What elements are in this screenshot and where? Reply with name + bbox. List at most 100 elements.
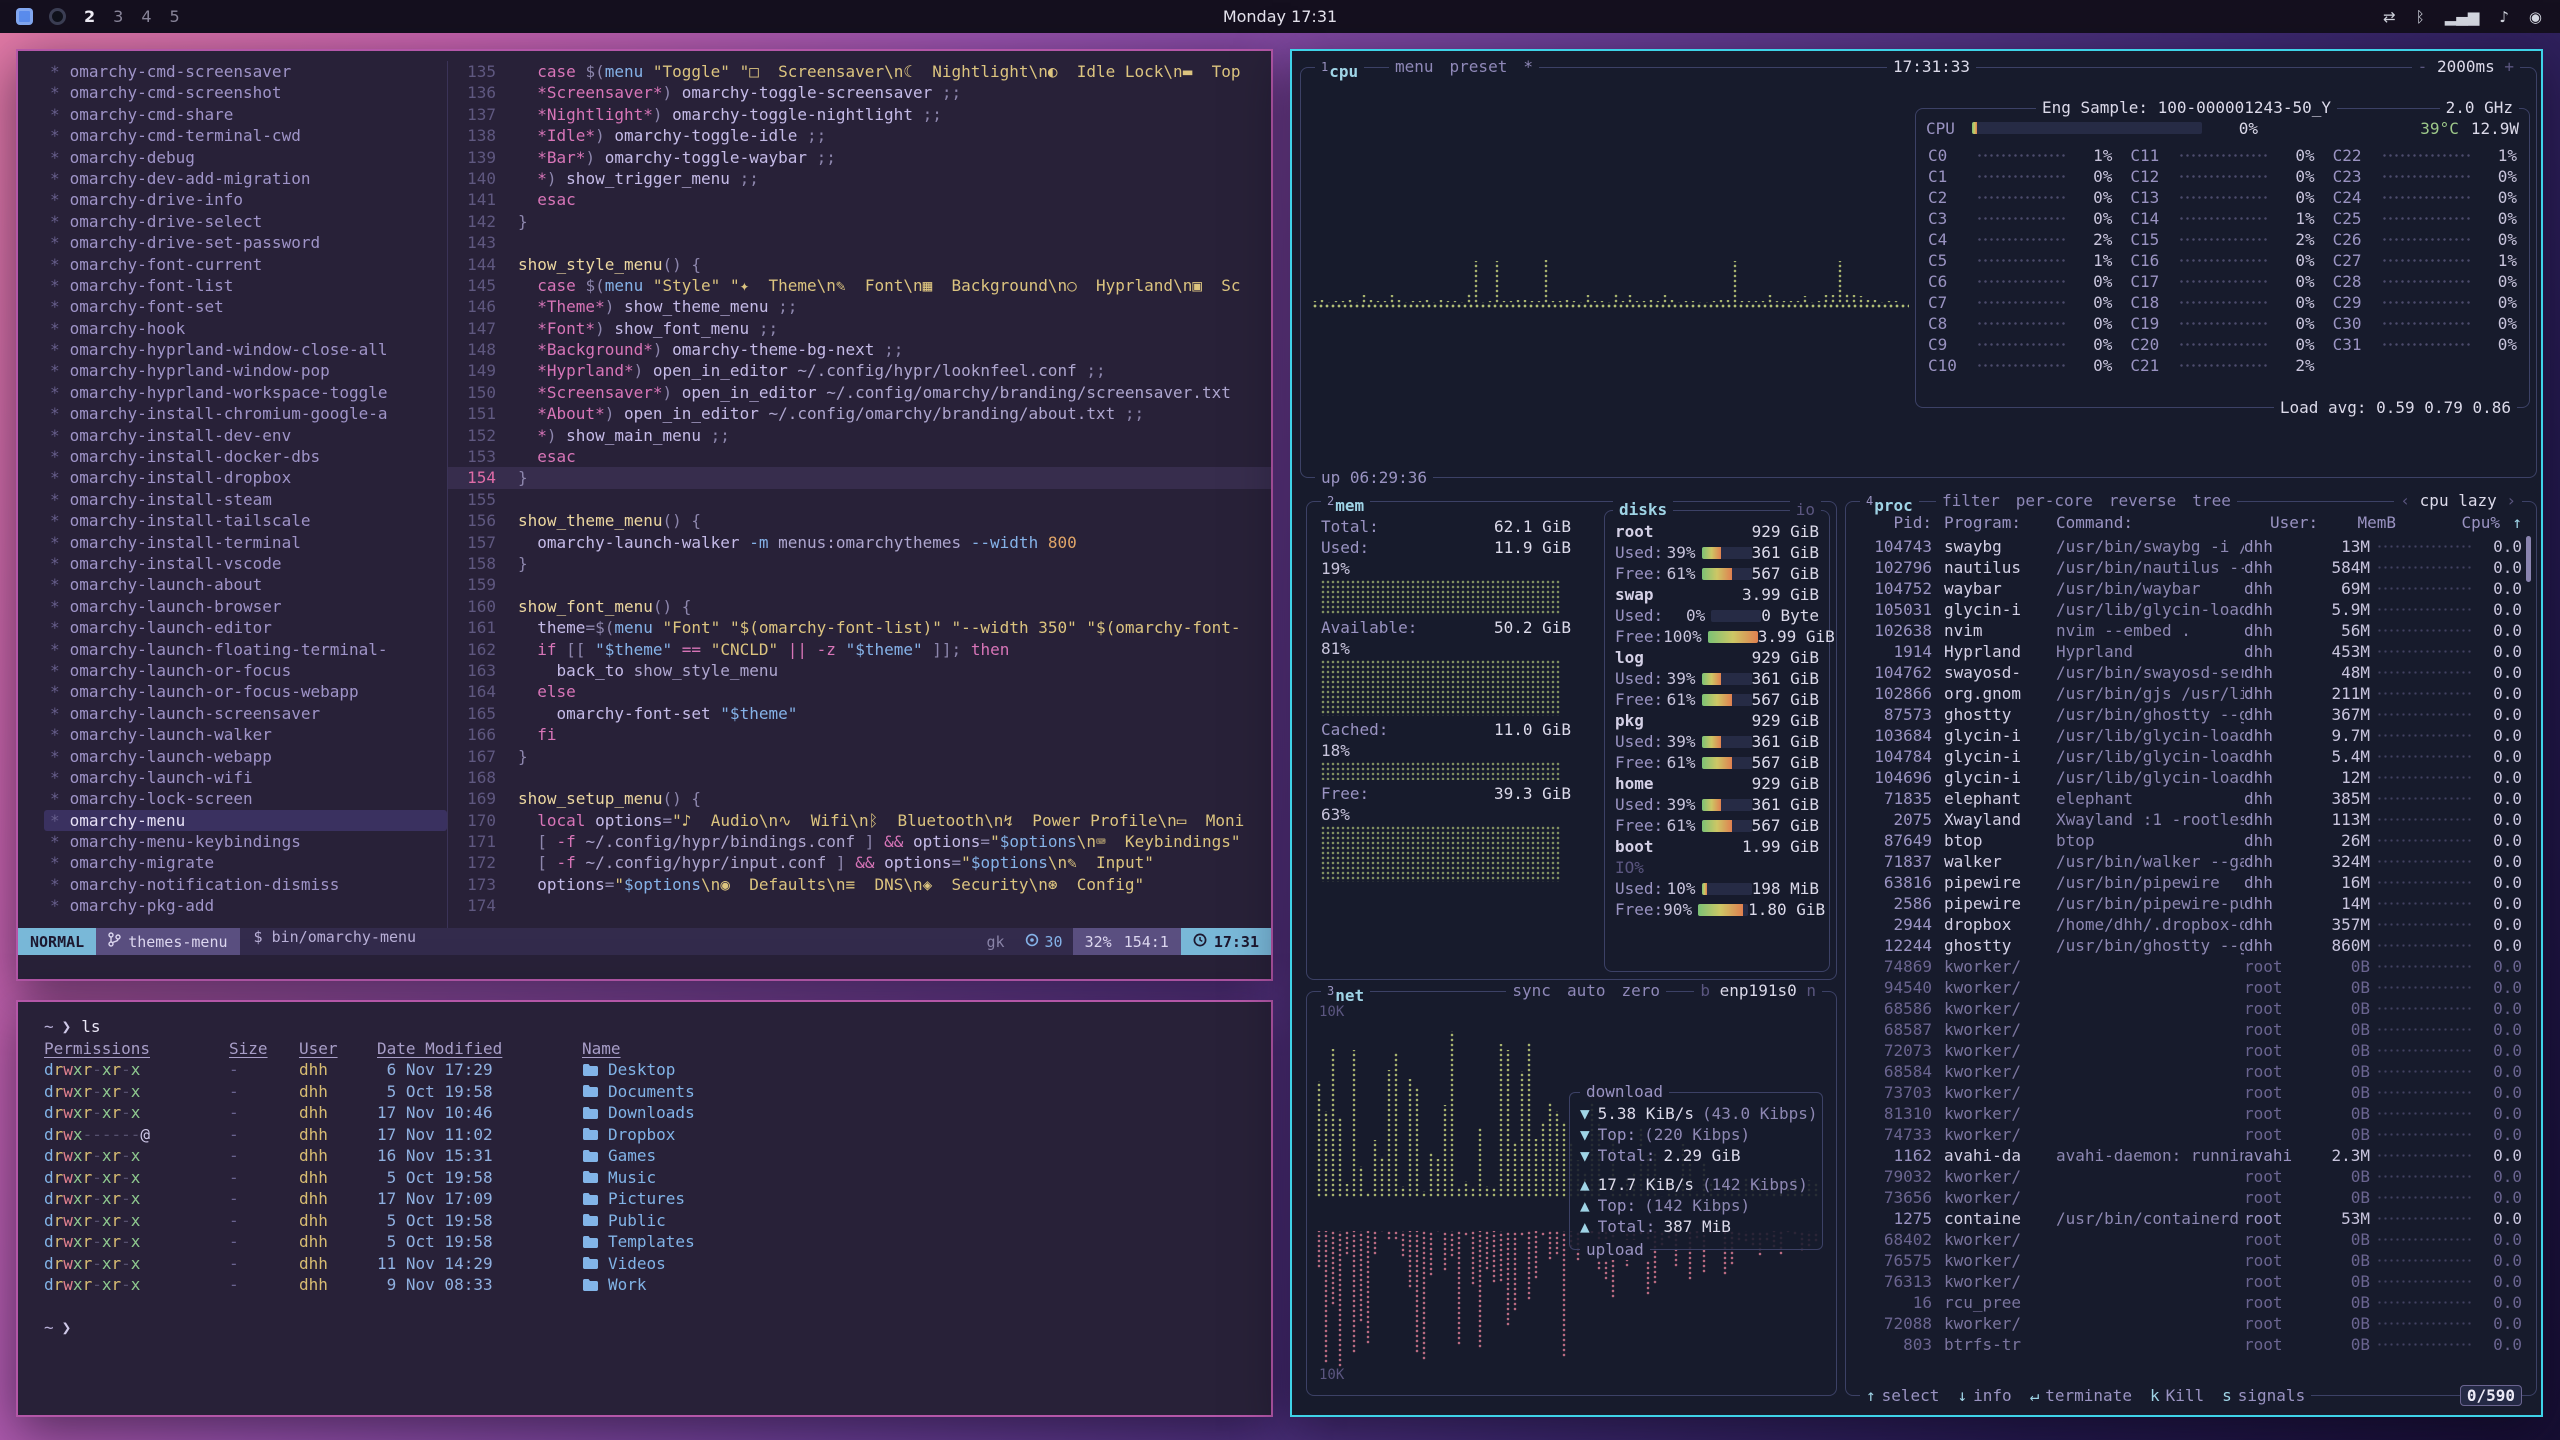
net-interface[interactable]: b enp191s0 n xyxy=(1694,981,1822,1001)
proc-row[interactable]: 81310kworker/root0B0.0 xyxy=(1856,1103,2522,1124)
proc-row[interactable]: 71837walker/usr/bin/walker --gappldhh324… xyxy=(1856,851,2522,872)
proc-row[interactable]: 104784glycin-i/usr/lib/glycin-loadersdhh… xyxy=(1856,746,2522,767)
file-item[interactable]: *omarchy-launch-screensaver xyxy=(44,703,447,724)
proc-row[interactable]: 104696glycin-i/usr/lib/glycin-loadersdhh… xyxy=(1856,767,2522,788)
proc-row[interactable]: 87573ghostty/usr/bin/ghostty --gtk-dhh36… xyxy=(1856,704,2522,725)
file-item[interactable]: *omarchy-migrate xyxy=(44,852,447,873)
proc-row[interactable]: 104762swayosd-/usr/bin/swayosd-serverdhh… xyxy=(1856,662,2522,683)
file-item[interactable]: *omarchy-launch-editor xyxy=(44,617,447,638)
file-item[interactable]: *omarchy-cmd-screensaver xyxy=(44,61,447,82)
proc-row[interactable]: 94540kworker/root0B0.0 xyxy=(1856,977,2522,998)
proc-row[interactable]: 72088kworker/root0B0.0 xyxy=(1856,1313,2522,1334)
file-item[interactable]: *omarchy-font-set xyxy=(44,296,447,317)
btop-window[interactable]: 1cpu menupreset* 17:31:33 - 2000ms + Eng… xyxy=(1290,49,2543,1417)
proc-row[interactable]: 87649btopbtopdhh26M0.0 xyxy=(1856,830,2522,851)
proc-footer-terminate[interactable]: ↵terminate xyxy=(2030,1386,2132,1406)
file-item[interactable]: *omarchy-drive-select xyxy=(44,211,447,232)
proc-row[interactable]: 68586kworker/root0B0.0 xyxy=(1856,998,2522,1019)
file-item[interactable]: *omarchy-install-docker-dbs xyxy=(44,446,447,467)
proc-sort-mode[interactable]: ‹ cpu lazy › xyxy=(2394,491,2522,511)
proc-row[interactable]: 74869kworker/root0B0.0 xyxy=(1856,956,2522,977)
mem-box-title[interactable]: 2mem xyxy=(1321,491,1370,516)
file-item[interactable]: *omarchy-font-current xyxy=(44,254,447,275)
proc-row[interactable]: 102638nvimnvim --embed .dhh56M0.0 xyxy=(1856,620,2522,641)
proc-row[interactable]: 76313kworker/root0B0.0 xyxy=(1856,1271,2522,1292)
proc-row[interactable]: 102866org.gnom/usr/bin/gjs /usr/lib/odhh… xyxy=(1856,683,2522,704)
proc-row[interactable]: 76575kworker/root0B0.0 xyxy=(1856,1250,2522,1271)
file-item[interactable]: *omarchy-dev-add-migration xyxy=(44,168,447,189)
proc-row[interactable]: 73703kworker/root0B0.0 xyxy=(1856,1082,2522,1103)
proc-row[interactable]: 102796nautilus/usr/bin/nautilus --newdhh… xyxy=(1856,557,2522,578)
prompt-line-2[interactable]: ~❯ xyxy=(44,1317,1271,1339)
file-item[interactable]: *omarchy-cmd-terminal-cwd xyxy=(44,125,447,146)
proc-row[interactable]: 2944dropbox/home/dhh/.dropbox-distdhh357… xyxy=(1856,914,2522,935)
proc-row[interactable]: 73656kworker/root0B0.0 xyxy=(1856,1187,2522,1208)
proc-scrollbar[interactable] xyxy=(2526,536,2531,582)
proc-row[interactable]: 12244ghostty/usr/bin/ghostty --gtk-dhh86… xyxy=(1856,935,2522,956)
file-item[interactable]: *omarchy-hyprland-workspace-toggle xyxy=(44,382,447,403)
proc-row[interactable]: 2075XwaylandXwayland :1 -rootless -dhh11… xyxy=(1856,809,2522,830)
file-item[interactable]: *omarchy-lock-screen xyxy=(44,788,447,809)
file-item[interactable]: *omarchy-install-dropbox xyxy=(44,467,447,488)
proc-footer-info[interactable]: ↓info xyxy=(1957,1386,2011,1406)
file-item[interactable]: *omarchy-pkg-add xyxy=(44,895,447,916)
file-item[interactable]: *omarchy-launch-or-focus-webapp xyxy=(44,681,447,702)
file-item[interactable]: *omarchy-hook xyxy=(44,318,447,339)
proc-footer-Kill[interactable]: kKill xyxy=(2150,1386,2204,1406)
file-item[interactable]: *omarchy-install-tailscale xyxy=(44,510,447,531)
file-item[interactable]: *omarchy-debug xyxy=(44,147,447,168)
file-item[interactable]: *omarchy-hyprland-window-pop xyxy=(44,360,447,381)
net-options[interactable]: syncautozero xyxy=(1506,981,1666,1001)
file-item[interactable]: *omarchy-launch-walker xyxy=(44,724,447,745)
file-item[interactable]: *omarchy-launch-browser xyxy=(44,596,447,617)
proc-row[interactable]: 68587kworker/root0B0.0 xyxy=(1856,1019,2522,1040)
proc-row[interactable]: 103684glycin-i/usr/lib/glycin-loadersdhh… xyxy=(1856,725,2522,746)
file-item[interactable]: *omarchy-launch-wifi xyxy=(44,767,447,788)
file-item[interactable]: *omarchy-launch-about xyxy=(44,574,447,595)
file-item[interactable]: *omarchy-install-dev-env xyxy=(44,425,447,446)
file-item[interactable]: *omarchy-menu xyxy=(44,810,447,831)
file-item[interactable]: *omarchy-drive-set-password xyxy=(44,232,447,253)
proc-row[interactable]: 105031glycin-i/usr/lib/glycin-loadersdhh… xyxy=(1856,599,2522,620)
proc-row[interactable]: 68402kworker/root0B0.0 xyxy=(1856,1229,2522,1250)
proc-row[interactable]: 79032kworker/root0B0.0 xyxy=(1856,1166,2522,1187)
editor-window[interactable]: *omarchy-cmd-screensaver*omarchy-cmd-scr… xyxy=(16,49,1273,981)
files-terminal-window[interactable]: ~❯ls Permissions Size User Date Modified… xyxy=(16,1000,1273,1417)
file-item[interactable]: *omarchy-install-terminal xyxy=(44,532,447,553)
proc-row[interactable]: 71835elephantelephantdhh385M0.0 xyxy=(1856,788,2522,809)
update-interval[interactable]: - 2000ms + xyxy=(2412,57,2520,77)
file-item[interactable]: *omarchy-cmd-share xyxy=(44,104,447,125)
file-item[interactable]: *omarchy-launch-floating-terminal- xyxy=(44,639,447,660)
proc-header[interactable]: Pid: Program: Command: User: MemB Cpu% ↑ xyxy=(1856,510,2522,534)
cpu-box-title[interactable]: 1cpu xyxy=(1315,57,1364,82)
proc-options[interactable]: filterper-corereversetree xyxy=(1936,491,2237,511)
scroll-up-icon[interactable]: ↑ xyxy=(2500,513,2522,532)
proc-box-title[interactable]: 4proc xyxy=(1860,491,1919,516)
file-item[interactable]: *omarchy-cmd-screenshot xyxy=(44,82,447,103)
proc-footer-signals[interactable]: ssignals xyxy=(2222,1386,2305,1406)
proc-row[interactable]: 2586pipewire/usr/bin/pipewire-pulsedhh14… xyxy=(1856,893,2522,914)
proc-row[interactable]: 1275containe/usr/bin/containerdroot53M0.… xyxy=(1856,1208,2522,1229)
proc-row[interactable]: 68584kworker/root0B0.0 xyxy=(1856,1061,2522,1082)
proc-row[interactable]: 16rcu_preeroot0B0.0 xyxy=(1856,1292,2522,1313)
proc-row[interactable]: 1914HyprlandHyprlanddhh453M0.0 xyxy=(1856,641,2522,662)
proc-row[interactable]: 104752waybar/usr/bin/waybardhh69M0.0 xyxy=(1856,578,2522,599)
file-item[interactable]: *omarchy-menu-keybindings xyxy=(44,831,447,852)
file-item[interactable]: *omarchy-hyprland-window-close-all xyxy=(44,339,447,360)
file-item[interactable]: *omarchy-install-steam xyxy=(44,489,447,510)
io-toggle[interactable]: io xyxy=(1790,500,1821,520)
file-item[interactable]: *omarchy-install-chromium-google-a xyxy=(44,403,447,424)
proc-row[interactable]: 72073kworker/root0B0.0 xyxy=(1856,1040,2522,1061)
proc-row[interactable]: 104743swaybg/usr/bin/swaybg -i /homdhh13… xyxy=(1856,536,2522,557)
file-item[interactable]: *omarchy-install-vscode xyxy=(44,553,447,574)
file-item[interactable]: *omarchy-launch-webapp xyxy=(44,746,447,767)
proc-row[interactable]: 63816pipewire/usr/bin/pipewiredhh16M0.0 xyxy=(1856,872,2522,893)
proc-footer[interactable]: ↑select ↓info ↵terminate kKill ssignals xyxy=(1860,1386,2311,1406)
proc-row[interactable]: 803btrfs-trroot0B0.0 xyxy=(1856,1334,2522,1355)
proc-row[interactable]: 1162avahi-daavahi-daemon: running [avahi… xyxy=(1856,1145,2522,1166)
proc-row[interactable]: 74733kworker/root0B0.0 xyxy=(1856,1124,2522,1145)
file-item[interactable]: *omarchy-font-list xyxy=(44,275,447,296)
proc-footer-select[interactable]: ↑select xyxy=(1866,1386,1939,1406)
file-item[interactable]: *omarchy-launch-or-focus xyxy=(44,660,447,681)
file-item[interactable]: *omarchy-drive-info xyxy=(44,189,447,210)
